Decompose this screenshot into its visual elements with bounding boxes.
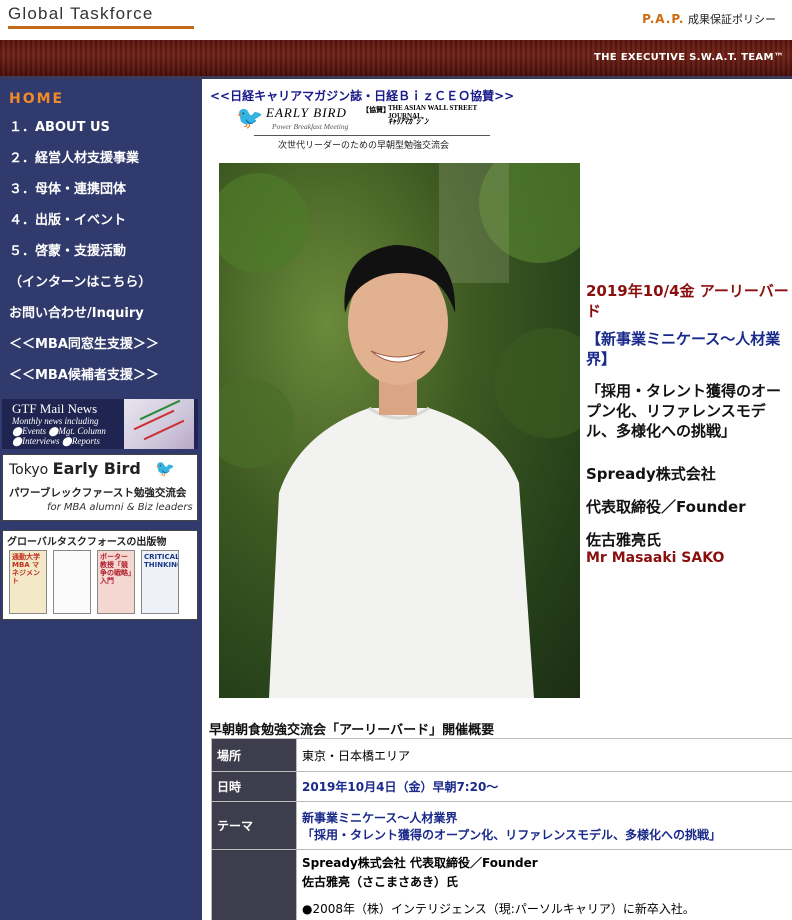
theme-label: テーマ bbox=[211, 801, 297, 850]
event-subtitle: 【新事業ミニケース～人材業界】 bbox=[586, 330, 781, 368]
theme-line1: 新事業ミニケース～人材業界 bbox=[302, 810, 458, 825]
sidebar-item-mba-candidates[interactable]: ＜＜MBA候補者支援＞＞ bbox=[0, 360, 202, 391]
datetime-value: 2019年10月4日（金）早朝7:20～ bbox=[296, 771, 792, 802]
bird-icon: 🐦 bbox=[236, 106, 264, 131]
book-cover-mba: 通勤大学MBA マネジメント bbox=[9, 550, 47, 614]
sidebar: HOME １．ABOUT US ２．経営人材支援事業 ３．母体・連携団体 ４．出… bbox=[0, 79, 202, 920]
sidebar-item-publishing[interactable]: ４．出版・イベント bbox=[0, 205, 202, 236]
sidebar-item-inquiry[interactable]: お問い合わせ/Inquiry bbox=[0, 298, 202, 329]
pap-link[interactable]: P.A.P. 成果保証ポリシー bbox=[642, 11, 776, 27]
mail-news-line3: ⬤Interviews ⬤Reports bbox=[12, 436, 100, 446]
eb-logo-subtitle: Power Breakfast Meeting bbox=[272, 122, 349, 131]
eb-logo-divider bbox=[254, 135, 490, 136]
sidebar-item-enlightenment[interactable]: ５．啓蒙・支援活動 bbox=[0, 236, 202, 267]
pap-mark: P.A.P. bbox=[642, 12, 685, 26]
event-theme: 「採用・タレント獲得のオープン化、リファレンスモデル、多様化への挑戦」 bbox=[586, 382, 782, 440]
early-bird-title-prefix: Tokyo bbox=[9, 462, 53, 478]
speaker-photo bbox=[219, 163, 580, 698]
eb-logo-title: EARLY BIRD bbox=[266, 105, 347, 120]
mail-news-line2: ⬤Events ⬤Mgt. Column bbox=[12, 426, 106, 436]
book-covers: 通勤大学MBA マネジメント ポーター教授「競争の戦略」入門 CRITICAL … bbox=[9, 550, 179, 614]
speaker-value: Spready株式会社 代表取締役／Founder 佐古雅亮（さこまさあき）氏 … bbox=[296, 849, 792, 920]
early-bird-title: Tokyo Early Bird bbox=[9, 459, 141, 478]
theme-value: 新事業ミニケース～人材業界 「採用・タレント獲得のオープン化、リファレンスモデル… bbox=[296, 801, 792, 850]
book-title: 通勤大学MBA マネジメント bbox=[12, 553, 40, 585]
bird-icon: 🐦 bbox=[155, 459, 175, 478]
speaker-illustration bbox=[219, 163, 580, 698]
speaker-name-en: Mr Masaaki SAKO bbox=[586, 550, 725, 566]
mail-news-desc: Monthly news including ⬤Events ⬤Mgt. Col… bbox=[12, 416, 106, 446]
book-title: CRITICAL THINKING bbox=[144, 553, 179, 569]
table-row: テーマ 新事業ミニケース～人材業界 「採用・タレント獲得のオープン化、リファレン… bbox=[211, 801, 792, 850]
early-bird-logo: 🐦 EARLY BIRD Power Breakfast Meeting 【協賛… bbox=[236, 102, 490, 150]
speaker-bio: ●2008年（株）インテリジェンス（現:パーソルキャリア）に新卒入社。 bbox=[302, 902, 695, 916]
sidebar-item-partners[interactable]: ３．母体・連携団体 bbox=[0, 174, 202, 205]
envelope-icon bbox=[124, 399, 194, 449]
sidebar-item-talent-support[interactable]: ２．経営人材支援事業 bbox=[0, 143, 202, 174]
place-label: 場所 bbox=[211, 738, 297, 772]
theme-line2: 「採用・タレント獲得のオープン化、リファレンスモデル、多様化への挑戦」 bbox=[302, 827, 722, 842]
site-logo[interactable]: Global Taskforce bbox=[8, 4, 154, 24]
mail-news-banner[interactable]: GTF Mail News Monthly news including ⬤Ev… bbox=[2, 399, 198, 449]
early-bird-subtitle: パワーブレックファースト勉強交流会 bbox=[9, 487, 187, 499]
speaker-line1: Spready株式会社 代表取締役／Founder bbox=[302, 856, 538, 870]
speaker-company: Spready株式会社 bbox=[586, 465, 716, 483]
overview-title: 早朝朝食勉強交流会「アーリーバード」開催概要 bbox=[209, 723, 495, 738]
sidebar-item-mba-alumni[interactable]: ＜＜MBA同窓生支援＞＞ bbox=[0, 329, 202, 360]
pap-label: 成果保証ポリシー bbox=[688, 13, 776, 26]
event-summary: 2019年10/4金 アーリーバード 【新事業ミニケース～人材業界】 「採用・タ… bbox=[586, 281, 790, 566]
logo-underline bbox=[8, 26, 194, 29]
sidebar-item-intern[interactable]: （インターンはこちら） bbox=[0, 267, 202, 298]
datetime-label: 日時 bbox=[211, 771, 297, 802]
book-cover-porter: ポーター教授「競争の戦略」入門 bbox=[97, 550, 135, 614]
site-header: Global Taskforce P.A.P. 成果保証ポリシー bbox=[0, 0, 792, 40]
place-value: 東京・日本橋エリア bbox=[296, 738, 792, 772]
table-row: 場所 東京・日本橋エリア bbox=[211, 738, 792, 772]
book-cover-critical: CRITICAL THINKING bbox=[141, 550, 179, 614]
eb-logo-kyosan: 【協賛】 bbox=[362, 106, 390, 114]
table-row: Spready株式会社 代表取締役／Founder 佐古雅亮（さこまさあき）氏 … bbox=[211, 849, 792, 920]
mail-news-title: GTF Mail News bbox=[12, 401, 98, 416]
publications-title: グローバルタスクフォースの出版物 bbox=[7, 537, 167, 548]
main-content: <<日経キャリアマガジン誌・日経ＢｉｚＣＥＯ協賛>> 🐦 EARLY BIRD … bbox=[202, 79, 792, 920]
mail-news-line1: Monthly news including bbox=[12, 416, 99, 426]
speaker-role: 代表取締役／Founder bbox=[586, 498, 746, 516]
book-cover-blank bbox=[53, 550, 91, 614]
early-bird-banner[interactable]: Tokyo Early Bird 🐦 パワーブレックファースト勉強交流会 for… bbox=[2, 454, 198, 521]
table-row: 日時 2019年10月4日（金）早朝7:20～ bbox=[211, 771, 792, 802]
publications-banner[interactable]: グローバルタスクフォースの出版物 通勤大学MBA マネジメント ポーター教授「競… bbox=[2, 530, 198, 620]
book-title: ポーター教授「競争の戦略」入門 bbox=[100, 553, 132, 585]
eb-logo-tagline: 次世代リーダーのための早朝型勉強交流会 bbox=[278, 140, 450, 150]
speaker-label bbox=[211, 849, 297, 920]
speaker-line2: 佐古雅亮（さこまさあき）氏 bbox=[302, 875, 459, 889]
eb-logo-career-mag: ｷｬﾘｱﾏｶﾞｼﾞﾝ bbox=[388, 117, 428, 126]
early-bird-tagline: for MBA alumni & Biz leaders bbox=[47, 502, 193, 513]
sidebar-item-about[interactable]: １．ABOUT US bbox=[0, 112, 202, 143]
event-overview-table: 場所 東京・日本橋エリア 日時 2019年10月4日（金）早朝7:20～ テーマ… bbox=[211, 738, 792, 920]
event-date: 2019年10/4金 アーリーバード bbox=[586, 282, 789, 320]
sidebar-home[interactable]: HOME bbox=[0, 79, 202, 112]
swat-tagline: THE EXECUTIVE S.W.A.T. TEAM™ bbox=[594, 52, 784, 63]
speaker-name: 佐古雅亮氏 bbox=[586, 531, 662, 549]
early-bird-title-bold: Early Bird bbox=[52, 459, 141, 478]
